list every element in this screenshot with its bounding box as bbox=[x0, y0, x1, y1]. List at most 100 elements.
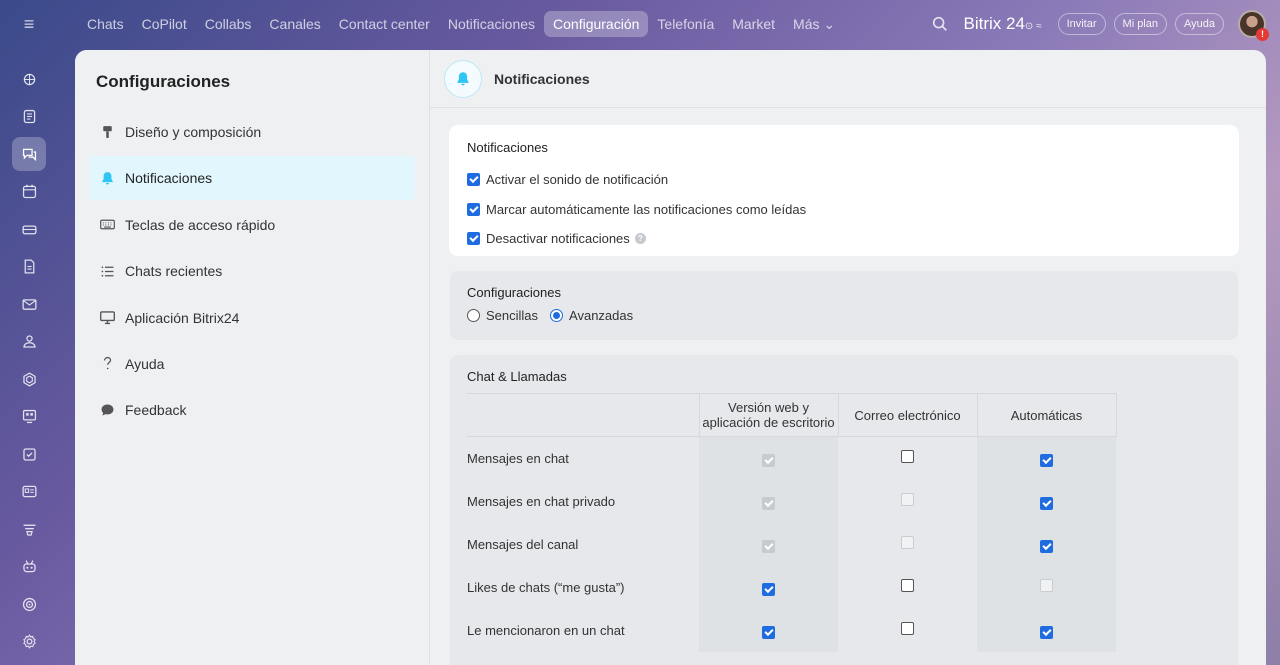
avatar[interactable]: ! bbox=[1238, 10, 1269, 41]
cell-web bbox=[699, 479, 838, 523]
option-checkbox[interactable] bbox=[467, 232, 480, 246]
search-icon[interactable] bbox=[931, 15, 949, 33]
rail-hexagon-icon[interactable] bbox=[12, 362, 46, 396]
invite-button[interactable]: Invitar bbox=[1057, 13, 1106, 35]
matrix-row: Mensajes en chat bbox=[467, 436, 1116, 480]
rail-board-icon[interactable] bbox=[12, 400, 46, 434]
cell-web bbox=[699, 436, 838, 480]
cell-email bbox=[838, 480, 977, 523]
top-nav: Chats CoPilot Collabs Canales Contact center… bbox=[78, 10, 844, 38]
chat-icon bbox=[22, 148, 36, 161]
nav-item-configuración[interactable]: Configuración bbox=[544, 11, 649, 37]
web-checkbox[interactable] bbox=[762, 625, 775, 639]
rail-calendar-icon[interactable] bbox=[12, 175, 46, 209]
cell-email bbox=[838, 437, 977, 480]
rail-copilot-icon[interactable] bbox=[12, 62, 46, 96]
email-checkbox bbox=[901, 493, 914, 506]
auto-checkbox[interactable] bbox=[1040, 453, 1053, 467]
cell-auto bbox=[977, 608, 1116, 652]
web-checkbox[interactable] bbox=[762, 582, 775, 596]
sidebar-item-question[interactable]: Ayuda bbox=[89, 342, 415, 386]
nav-item-contact-center[interactable]: Contact center bbox=[330, 11, 439, 37]
cell-email bbox=[838, 566, 977, 609]
help-button[interactable]: Ayuda bbox=[1175, 13, 1224, 35]
option-checkbox[interactable] bbox=[467, 202, 480, 216]
column-web: Versión web y aplicación de escritorio bbox=[698, 393, 838, 437]
help-icon[interactable]: ? bbox=[634, 233, 646, 245]
rail-chat-icon[interactable] bbox=[12, 137, 46, 171]
notifications-card: Notificaciones Activar el sonido de noti… bbox=[450, 126, 1238, 255]
sidebar-item-brush[interactable]: Diseño y composición bbox=[89, 110, 415, 154]
auto-checkbox[interactable] bbox=[1040, 496, 1053, 510]
sidebar-item-speech-bubble[interactable]: Feedback bbox=[89, 388, 415, 432]
nav-item-más[interactable]: Más ⌄ bbox=[784, 11, 844, 38]
matrix-body: Mensajes en chat Mensajes en chat privado… bbox=[467, 436, 1116, 652]
groups-icon bbox=[22, 335, 36, 348]
rail-target-icon[interactable] bbox=[12, 587, 46, 621]
matrix-row-label: Mensajes en chat privado bbox=[467, 493, 616, 509]
drive-icon bbox=[21, 224, 37, 234]
sidebar-item-label: Notificaciones bbox=[125, 170, 213, 187]
rail-mail-icon[interactable] bbox=[12, 287, 46, 321]
sidebar-item-bell[interactable]: Notificaciones bbox=[89, 156, 415, 201]
sidebar-item-label: Feedback bbox=[125, 402, 187, 419]
filter-icon bbox=[23, 524, 35, 536]
config-mode-radios: Sencillas Avanzadas bbox=[467, 308, 1221, 323]
radio-advanced[interactable] bbox=[550, 309, 564, 322]
rail-robot-icon[interactable] bbox=[12, 550, 46, 584]
crm-icon bbox=[21, 485, 37, 498]
nav-item-canales[interactable]: Canales bbox=[260, 11, 329, 37]
nav-item-chats[interactable]: Chats bbox=[78, 11, 133, 37]
sidebar-item-keyboard[interactable]: Teclas de acceso rápido bbox=[89, 203, 415, 247]
radio-simple-label: Sencillas bbox=[486, 308, 539, 323]
content-title: Notificaciones bbox=[494, 70, 590, 87]
auto-checkbox[interactable] bbox=[1040, 625, 1053, 639]
email-checkbox[interactable] bbox=[901, 622, 914, 635]
sidebar-item-label: Chats recientes bbox=[125, 263, 223, 280]
rail-drive-icon[interactable] bbox=[12, 212, 46, 246]
rail-feed-icon[interactable] bbox=[12, 100, 46, 134]
column-web-line2: aplicación de escritorio bbox=[702, 415, 835, 430]
radio-simple[interactable] bbox=[467, 309, 480, 322]
matrix-row-label: Le mencionaron en un chat bbox=[467, 622, 625, 638]
auto-checkbox bbox=[1040, 579, 1053, 592]
email-checkbox[interactable] bbox=[901, 579, 914, 592]
option-checkbox[interactable] bbox=[467, 173, 480, 187]
rail-groups-icon[interactable] bbox=[12, 325, 46, 359]
nav-item-collabs[interactable]: Collabs bbox=[196, 11, 261, 37]
nav-item-telefonía[interactable]: Telefonía bbox=[648, 11, 723, 37]
notification-matrix: Versión web y aplicación de escritorio Co… bbox=[467, 393, 1117, 652]
matrix-row-label: Likes de chats (“me gusta”) bbox=[467, 579, 625, 595]
nav-item-notificaciones[interactable]: Notificaciones bbox=[439, 11, 544, 37]
config-mode-title: Configuraciones bbox=[467, 285, 561, 300]
email-checkbox[interactable] bbox=[901, 450, 914, 464]
rail-crm-icon[interactable] bbox=[12, 475, 46, 509]
auto-checkbox[interactable] bbox=[1040, 539, 1053, 553]
rail-filter-icon[interactable] bbox=[12, 512, 46, 546]
tasks-icon bbox=[22, 447, 36, 461]
nav-item-market[interactable]: Market bbox=[723, 11, 784, 37]
rail-tasks-icon[interactable] bbox=[12, 437, 46, 471]
nav-item-copilot[interactable]: CoPilot bbox=[133, 11, 196, 37]
sidebar-item-monitor[interactable]: Aplicación Bitrix24 bbox=[89, 296, 415, 340]
notification-option: Activar el sonido de notificación bbox=[467, 165, 1221, 195]
avatar-alert-badge: ! bbox=[1256, 28, 1269, 41]
matrix-header-empty bbox=[467, 393, 699, 437]
cell-email bbox=[838, 609, 977, 652]
config-mode-card: Configuraciones Sencillas Avanzadas bbox=[450, 271, 1238, 340]
chat-calls-card: Chat & Llamadas Versión web y aplicación … bbox=[450, 355, 1238, 665]
matrix-row: Le mencionaron en un chat bbox=[467, 608, 1116, 652]
sidebar-title: Configuraciones bbox=[96, 72, 231, 91]
top-bar: ≡ Chats CoPilot Collabs Canales Contact cent… bbox=[0, 0, 1280, 48]
option-label: Activar el sonido de notificación bbox=[486, 172, 669, 188]
menu-icon[interactable]: ≡ bbox=[18, 14, 40, 34]
my-plan-button[interactable]: Mi plan bbox=[1113, 13, 1167, 35]
cell-email bbox=[838, 523, 977, 566]
calendar-icon bbox=[22, 184, 36, 199]
rail-settings-icon[interactable] bbox=[12, 625, 46, 659]
settings-sidebar: Configuraciones Diseño y composición Noti… bbox=[75, 50, 430, 665]
matrix-row: Mensajes del canal bbox=[467, 522, 1116, 566]
rail-docs-icon[interactable] bbox=[12, 250, 46, 284]
sidebar-item-list[interactable]: Chats recientes bbox=[89, 249, 415, 293]
brand-logo: Bitrix 24⊙ ≈ bbox=[963, 14, 1041, 34]
